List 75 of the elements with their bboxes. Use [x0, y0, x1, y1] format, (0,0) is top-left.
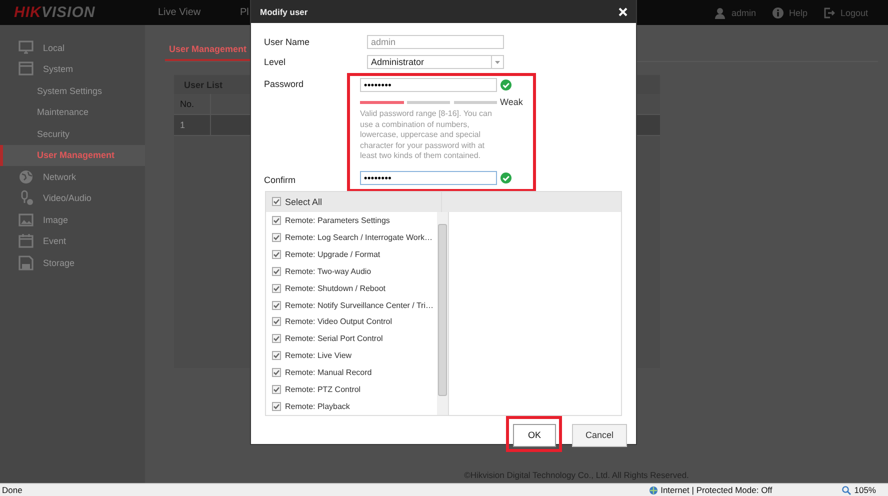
password-hint: Valid password range [8-16]. You can use a combination of numbers, lowercase, uppercase and special character for your password with at least two kinds of them contained.	[360, 109, 493, 162]
field-label: Level	[264, 57, 287, 67]
logo-text: HIK	[14, 4, 42, 21]
field-label: User Name	[264, 37, 311, 47]
nav-tab[interactable]: Live View	[158, 7, 240, 18]
password-field[interactable]: ••••••••	[360, 78, 497, 92]
dialog-title: Modify user	[260, 6, 308, 16]
strength-label: Weak	[500, 97, 523, 107]
checkbox-label: Select All	[285, 196, 322, 206]
help-link[interactable]: Help	[788, 8, 808, 18]
sidebar-item[interactable]: System Settings	[0, 80, 145, 102]
permission-label: Remote: Parameters Settings	[285, 216, 390, 226]
permission-label: Remote: Live View	[285, 351, 352, 360]
sidebar-item[interactable]: System	[0, 58, 145, 80]
logout-icon	[823, 6, 836, 18]
scrollbar[interactable]	[437, 212, 449, 414]
sidebar-item[interactable]: Storage	[0, 252, 145, 274]
sidebar-item[interactable]: Maintenance	[0, 102, 145, 123]
checkmark-icon	[273, 217, 280, 224]
window-icon	[18, 61, 34, 78]
permission-label: Remote: Video Output Control	[285, 317, 392, 326]
user-icon	[714, 6, 726, 18]
checkmark-icon	[273, 251, 280, 258]
monitor-icon	[18, 40, 34, 56]
sidebar-item[interactable]: User Management	[0, 144, 145, 166]
sidebar-item[interactable]: Image	[0, 209, 145, 230]
checkmark-icon	[273, 318, 280, 326]
level-dropdown[interactable]: Administrator	[367, 55, 504, 69]
sidebar-item[interactable]: Video/Audio	[0, 188, 145, 209]
logout-link[interactable]: Logout	[840, 8, 868, 18]
logo-text: VISION	[41, 4, 96, 21]
zoom-level[interactable]: 105%	[854, 485, 876, 495]
nav-tab[interactable]: Pl	[240, 7, 249, 18]
close-icon	[618, 6, 628, 16]
checkmark-icon	[273, 402, 280, 410]
checkmark-icon	[273, 302, 280, 309]
checkmark-icon	[273, 234, 280, 242]
checkmark-icon	[273, 198, 280, 205]
sidebar-item[interactable]: Security	[0, 123, 145, 144]
info-icon	[772, 6, 784, 18]
checkmark-icon	[273, 368, 280, 376]
caret-icon	[495, 60, 500, 64]
table-cell: 1	[174, 115, 211, 135]
checkmark-icon	[273, 386, 280, 393]
ok-button[interactable]: OK	[513, 424, 556, 446]
sidebar-item[interactable]: Event	[0, 230, 145, 252]
user-link[interactable]: admin	[731, 8, 756, 18]
permission-label: Remote: PTZ Control	[285, 384, 361, 394]
globe-icon	[648, 486, 658, 494]
permission-label: Remote: Serial Port Control	[285, 334, 383, 344]
field-label: Confirm	[264, 174, 297, 184]
zoom-icon	[842, 486, 852, 494]
permission-label: Remote: Two-way Audio	[285, 266, 372, 276]
sidebar-item[interactable]: Network	[0, 166, 145, 188]
permission-label: Remote: Upgrade / Format	[285, 250, 380, 260]
checkmark-icon	[273, 284, 280, 292]
checkmark-icon	[273, 352, 280, 360]
permission-label: Remote: Playback	[285, 402, 350, 411]
sidebar-item[interactable]: Local	[0, 37, 145, 58]
permission-label: Remote: Log Search / Interrogate Work…	[285, 233, 432, 242]
permission-label: Remote: Notify Surveillance Center / Tri…	[285, 300, 434, 310]
field-label: Password	[264, 79, 305, 89]
column-header: No.	[174, 94, 211, 114]
checkmark-icon	[273, 268, 280, 275]
confirm-password-field[interactable]: ••••••••	[360, 170, 497, 184]
permission-label: Remote: Manual Record	[285, 368, 372, 377]
permission-label: Remote: Shutdown / Reboot	[285, 284, 386, 293]
checkmark-icon	[273, 335, 280, 342]
calendar-icon	[18, 233, 34, 250]
cancel-button[interactable]: Cancel	[572, 424, 627, 446]
image-icon	[18, 212, 34, 228]
globe-icon	[18, 168, 34, 185]
zone-text: Internet | Protected Mode: Off	[660, 485, 772, 495]
close-button[interactable]	[618, 6, 628, 16]
status-text: Done	[2, 485, 22, 495]
